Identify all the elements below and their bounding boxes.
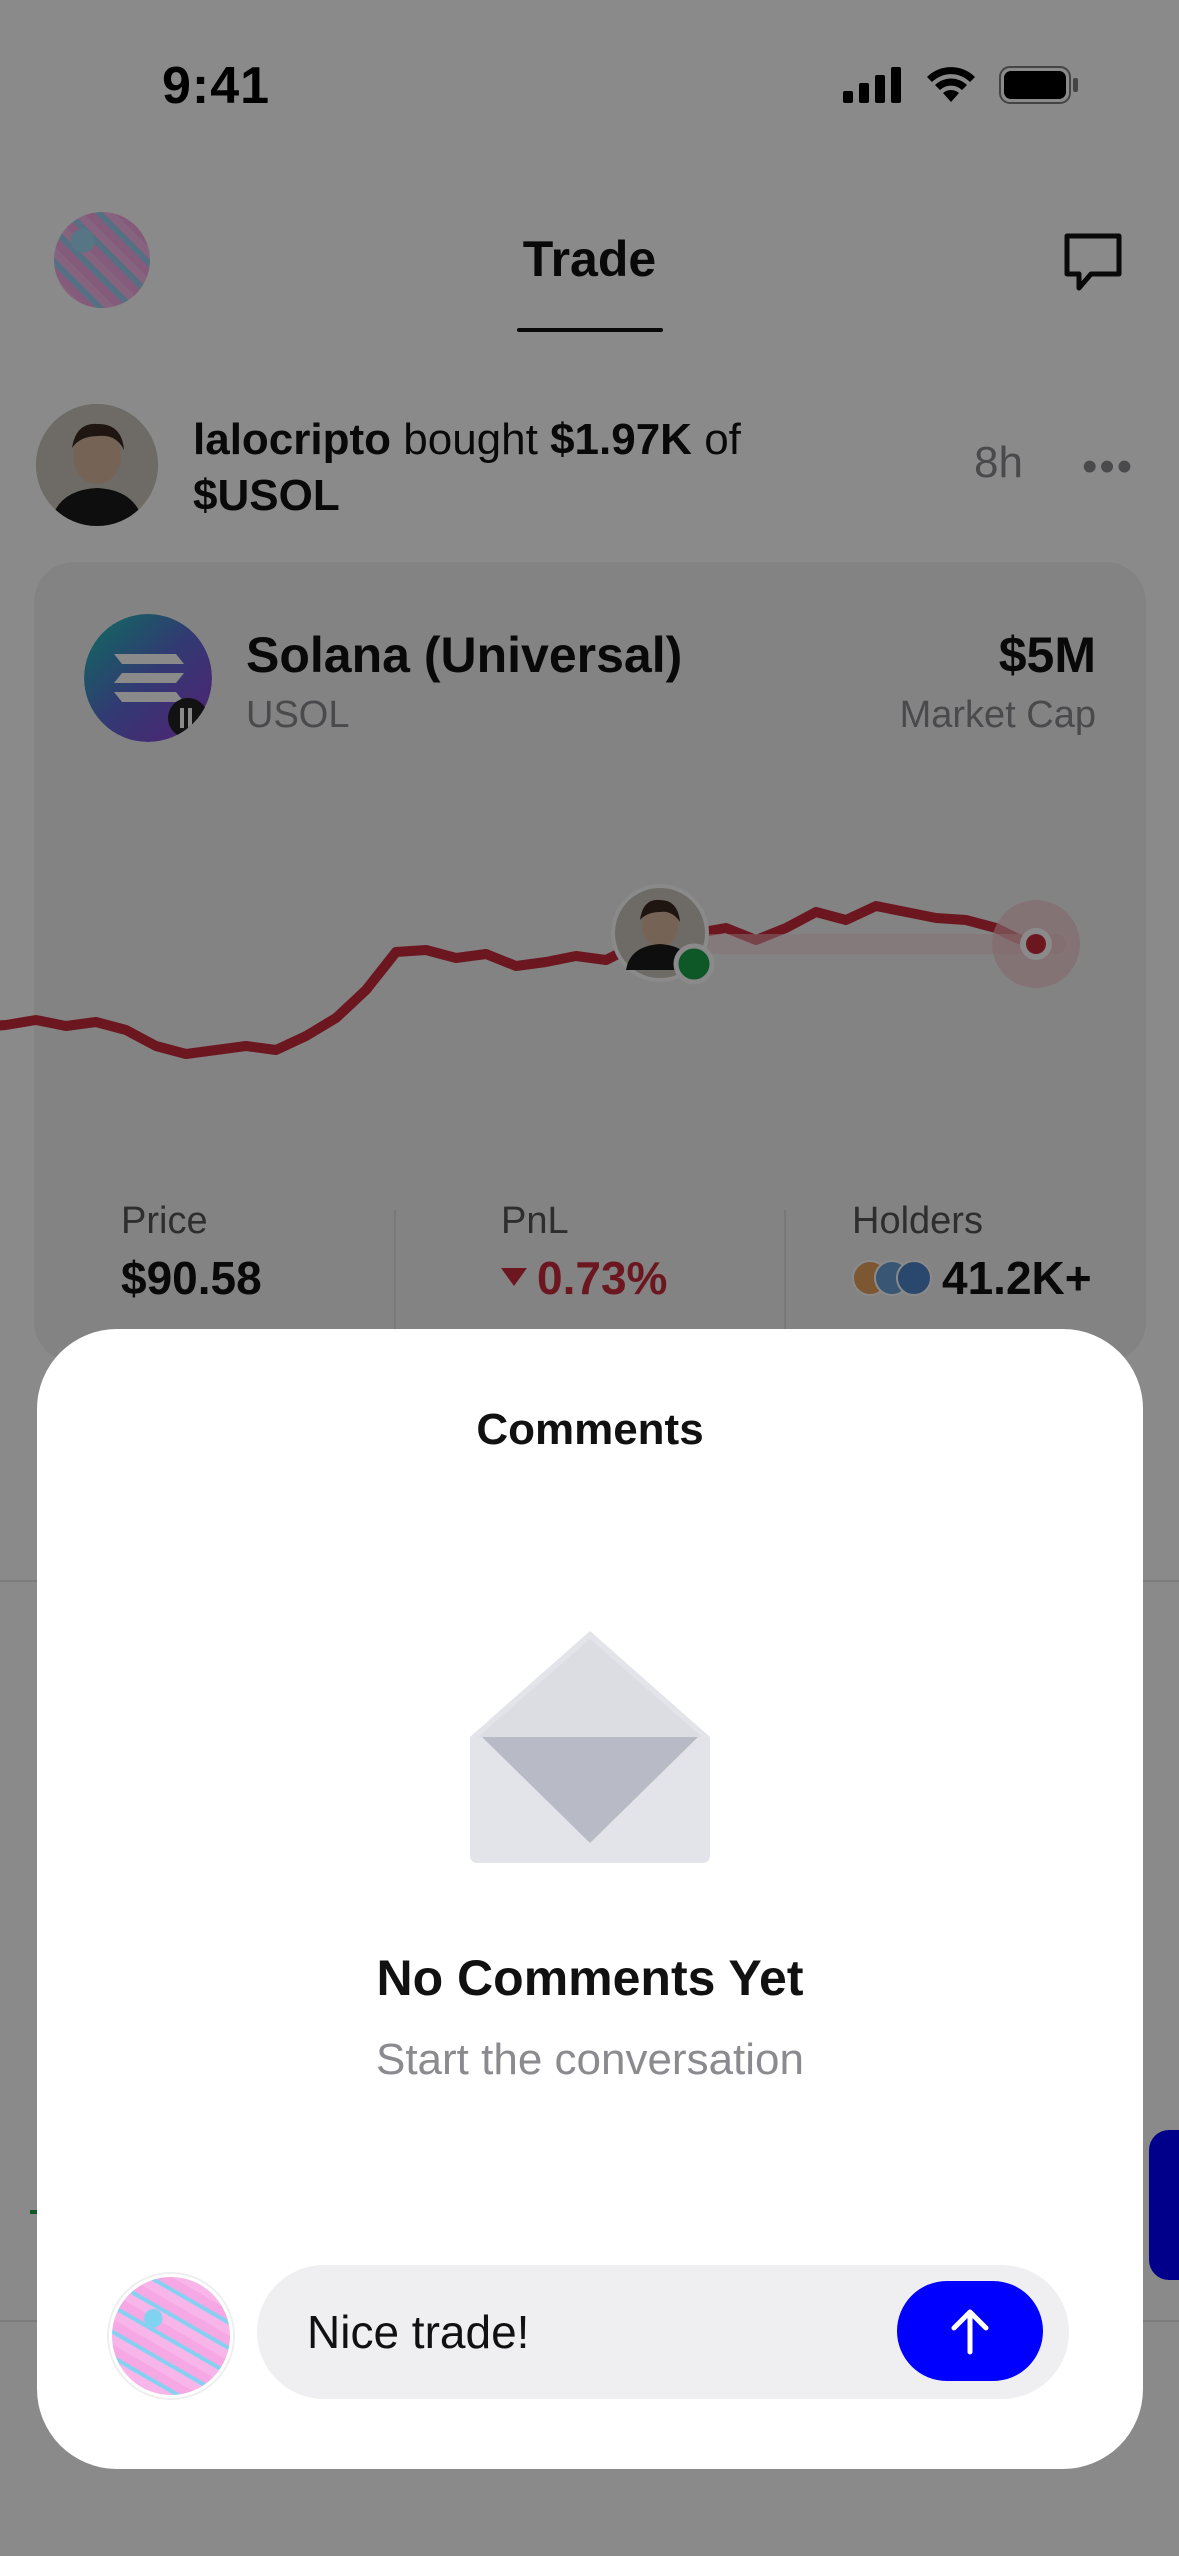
empty-state-subtitle: Start the conversation	[375, 2035, 804, 2084]
arrow-up-icon	[951, 2309, 989, 2355]
comments-modal: Comments No Comments Yet Start the conve…	[37, 1329, 1143, 2469]
comment-input-container[interactable]	[257, 2265, 1069, 2399]
envelope-icon	[470, 1631, 710, 1863]
modal-title: Comments	[476, 1405, 704, 1454]
my-avatar	[109, 2274, 233, 2398]
empty-state-title: No Comments Yet	[376, 1950, 804, 2006]
comment-input[interactable]	[307, 2305, 887, 2359]
send-button[interactable]	[897, 2281, 1043, 2381]
